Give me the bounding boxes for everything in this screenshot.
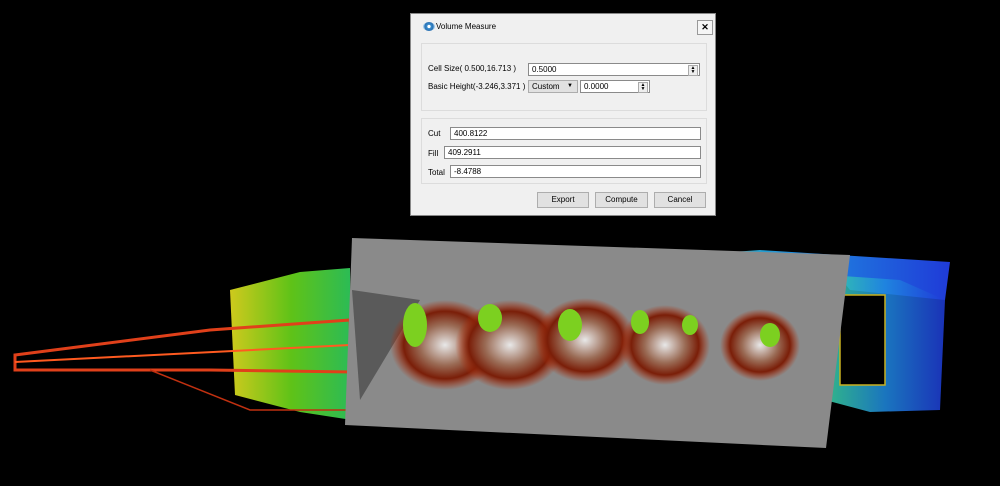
- basic-height-label: Basic Height(-3.246,3.371 ): [428, 82, 526, 91]
- dialog-title-bar: Volume Measure: [423, 22, 496, 31]
- basic-height-input[interactable]: 0.0000 ▲ ▼: [580, 80, 650, 93]
- basic-height-spinner[interactable]: ▲ ▼: [638, 82, 648, 93]
- basic-height-value: 0.0000: [584, 82, 609, 91]
- total-label: Total: [428, 168, 445, 177]
- cell-size-value: 0.5000: [532, 65, 557, 74]
- left-structure: [13, 268, 354, 420]
- cell-size-label: Cell Size( 0.500,16.713 ): [428, 64, 517, 73]
- cut-label: Cut: [428, 129, 441, 138]
- cell-size-spinner[interactable]: ▲ ▼: [688, 65, 698, 76]
- cut-value: 400.8122: [454, 129, 488, 138]
- close-button[interactable]: ✕: [697, 20, 713, 35]
- volume-surface: [345, 238, 850, 448]
- parameters-group: Cell Size( 0.500,16.713 ) 0.5000 ▲ ▼ Basi…: [421, 43, 707, 111]
- cut-field[interactable]: 400.8122: [450, 127, 701, 140]
- results-group: Cut 400.8122 Fill 409.2911 Total -8.4788: [421, 118, 707, 184]
- basic-height-mode-select[interactable]: Custom ▼: [528, 80, 578, 93]
- basic-height-mode-value: Custom: [532, 82, 560, 91]
- fill-value: 409.2911: [448, 148, 481, 157]
- total-value: -8.4788: [454, 167, 482, 176]
- volume-measure-dialog: Volume Measure ✕ Cell Size( 0.500,16.713…: [410, 13, 716, 216]
- compute-button[interactable]: Compute: [595, 192, 648, 208]
- cell-size-input[interactable]: 0.5000 ▲ ▼: [528, 63, 700, 76]
- close-icon: ✕: [701, 22, 709, 32]
- fill-label: Fill: [428, 149, 439, 158]
- dialog-title: Volume Measure: [436, 22, 497, 31]
- app-logo-icon: [423, 22, 435, 31]
- chevron-down-icon: ▼: [567, 83, 573, 89]
- fill-field[interactable]: 409.2911: [444, 146, 701, 159]
- total-field[interactable]: -8.4788: [450, 165, 701, 178]
- cancel-button[interactable]: Cancel: [654, 192, 706, 208]
- export-button[interactable]: Export: [537, 192, 589, 208]
